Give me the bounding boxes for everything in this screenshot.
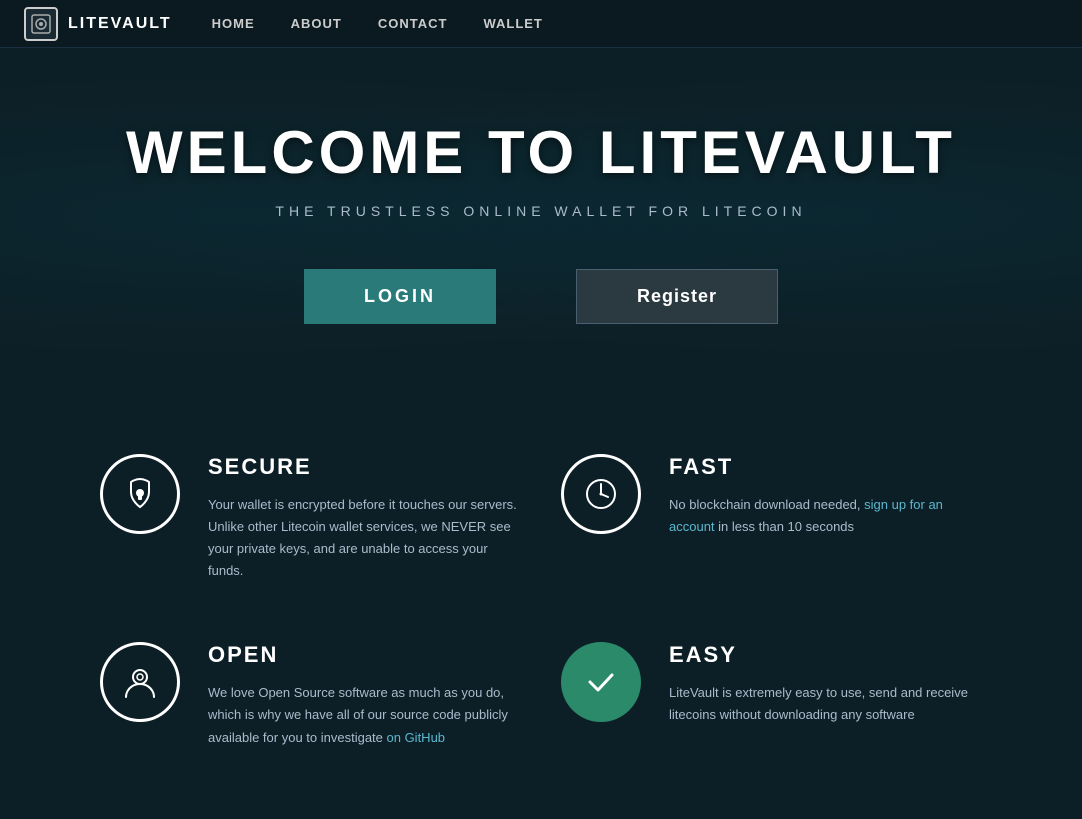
feature-easy-content: EASY LiteVault is extremely easy to use,… (669, 642, 982, 726)
secure-icon (100, 454, 180, 534)
feature-secure: SECURE Your wallet is encrypted before i… (80, 424, 541, 612)
logo-text: LITEVAULT (68, 15, 172, 33)
nav-item-home[interactable]: HOME (212, 15, 255, 33)
login-button[interactable]: LOGIN (304, 269, 496, 324)
fast-icon (561, 454, 641, 534)
nav-item-contact[interactable]: CONTACT (378, 15, 448, 33)
feature-open-title: OPEN (208, 642, 521, 668)
hero-subtitle: THE TRUSTLESS ONLINE WALLET FOR LITECOIN (20, 203, 1062, 219)
feature-fast-text-before: No blockchain download needed, (669, 497, 864, 512)
feature-easy-title: EASY (669, 642, 982, 668)
feature-open-content: OPEN We love Open Source software as muc… (208, 642, 521, 748)
feature-open-text-before: We love Open Source software as much as … (208, 685, 508, 744)
feature-open-link[interactable]: on GitHub (387, 730, 446, 745)
feature-open-text: We love Open Source software as much as … (208, 682, 521, 748)
nav-item-wallet[interactable]: WALLET (483, 15, 542, 33)
hero-title: WELCOME TO LITEVAULT (20, 118, 1062, 187)
feature-fast-content: FAST No blockchain download needed, sign… (669, 454, 982, 538)
feature-fast-title: FAST (669, 454, 982, 480)
nav-item-about[interactable]: ABOUT (291, 15, 342, 33)
feature-easy-text: LiteVault is extremely easy to use, send… (669, 682, 982, 726)
easy-icon (561, 642, 641, 722)
logo-icon (24, 7, 58, 41)
register-button[interactable]: Register (576, 269, 778, 324)
navbar: LITEVAULT HOME ABOUT CONTACT WALLET (0, 0, 1082, 48)
features-section: SECURE Your wallet is encrypted before i… (0, 384, 1082, 819)
hero-section: WELCOME TO LITEVAULT THE TRUSTLESS ONLIN… (0, 48, 1082, 384)
feature-fast-text: No blockchain download needed, sign up f… (669, 494, 982, 538)
nav-links: HOME ABOUT CONTACT WALLET (212, 15, 543, 33)
hero-buttons: LOGIN Register (20, 269, 1062, 324)
feature-easy: EASY LiteVault is extremely easy to use,… (541, 612, 1002, 778)
feature-open: OPEN We love Open Source software as muc… (80, 612, 541, 778)
feature-fast: FAST No blockchain download needed, sign… (541, 424, 1002, 612)
logo[interactable]: LITEVAULT (24, 7, 172, 41)
feature-fast-text-after: in less than 10 seconds (715, 519, 854, 534)
feature-secure-text: Your wallet is encrypted before it touch… (208, 494, 521, 582)
feature-secure-title: SECURE (208, 454, 521, 480)
open-icon (100, 642, 180, 722)
feature-secure-content: SECURE Your wallet is encrypted before i… (208, 454, 521, 582)
